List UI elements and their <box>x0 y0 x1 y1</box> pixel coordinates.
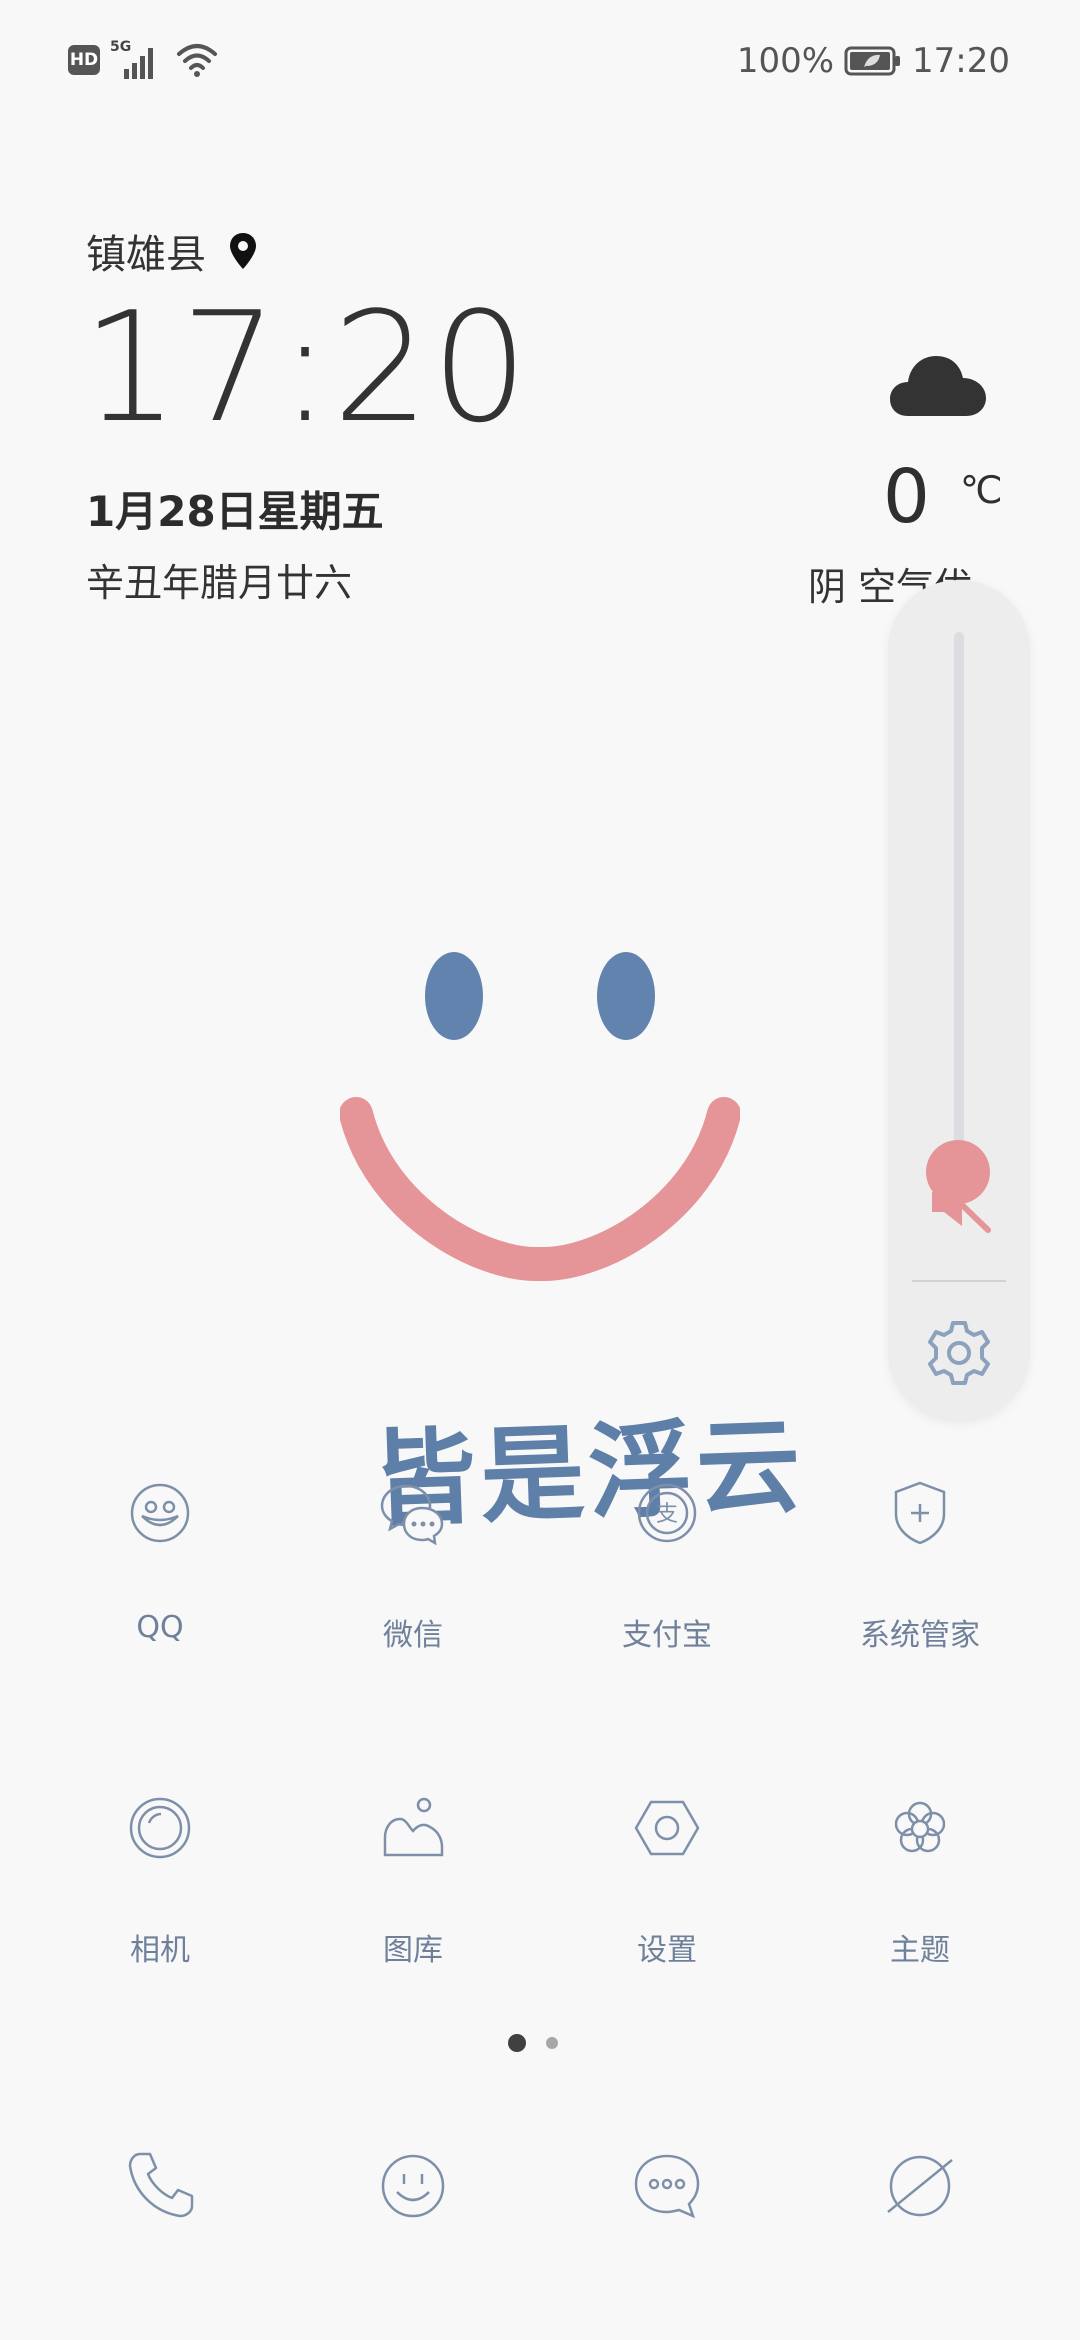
app-label: 设置 <box>637 1933 697 1968</box>
status-time: 17:20 <box>912 41 1010 81</box>
location-pin-icon <box>230 233 256 269</box>
status-right: 100% 17:20 <box>737 38 1010 84</box>
battery-percent: 100% <box>736 41 835 81</box>
lockscreen-date: 1月28日星期五 <box>86 487 384 536</box>
app-label: 支付宝 <box>622 1618 712 1653</box>
shield-icon <box>894 1481 946 1545</box>
page-indicator[interactable] <box>508 2034 558 2052</box>
hd-badge: HD <box>68 45 100 75</box>
volume-slider-track[interactable] <box>954 632 964 1192</box>
status-bar: HD 5G 100% 17:20 <box>0 0 1080 120</box>
volume-panel[interactable] <box>888 580 1030 1422</box>
right-eye <box>597 952 655 1040</box>
app-gallery[interactable]: 图库 <box>313 1793 513 1969</box>
app-system-manager[interactable]: 系统管家 <box>820 1478 1020 1654</box>
temperature: 0 <box>882 454 930 540</box>
app-theme[interactable]: 主题 <box>820 1793 1020 1969</box>
app-label: 主题 <box>890 1933 950 1968</box>
temperature-unit: ℃ <box>960 468 1003 512</box>
svg-text:支: 支 <box>656 1502 678 1527</box>
settings-gear-icon[interactable] <box>924 1318 994 1388</box>
signal-icon: 5G <box>110 39 166 81</box>
smile-mouth <box>340 1097 740 1282</box>
settings-icon <box>634 1800 700 1856</box>
app-label: QQ <box>136 1610 184 1645</box>
smiley-face-decoration <box>340 952 740 1282</box>
volume-divider <box>912 1280 1006 1282</box>
lockscreen-clock[interactable]: 17:20 <box>82 292 530 444</box>
app-label: 图库 <box>383 1933 443 1968</box>
app-alipay[interactable]: 支 支付宝 <box>567 1478 767 1654</box>
camera-icon <box>129 1797 191 1859</box>
status-left: HD 5G <box>68 38 218 82</box>
app-label: 相机 <box>130 1933 190 1968</box>
wifi-icon <box>177 44 217 77</box>
app-label: 微信 <box>383 1618 443 1653</box>
mute-icon[interactable] <box>922 1166 994 1238</box>
app-settings[interactable]: 设置 <box>567 1793 767 1969</box>
app-qq[interactable]: QQ <box>60 1478 260 1645</box>
location-name: 镇雄县 <box>86 232 206 278</box>
gallery-icon <box>383 1797 444 1857</box>
app-camera[interactable]: 相机 <box>60 1793 260 1969</box>
qq-icon <box>130 1483 190 1543</box>
app-wechat[interactable]: 微信 <box>313 1478 513 1654</box>
page-dot[interactable] <box>546 2037 558 2049</box>
location[interactable]: 镇雄县 <box>86 222 258 280</box>
app-label: 系统管家 <box>860 1618 980 1653</box>
wechat-icon <box>380 1484 444 1546</box>
theme-flower-icon <box>894 1801 946 1853</box>
browser-icon[interactable] <box>880 2146 960 2226</box>
page-dot-active[interactable] <box>508 2034 526 2052</box>
messages-icon[interactable] <box>627 2146 707 2226</box>
lunar-date: 辛丑年腊月廿六 <box>86 561 353 605</box>
battery-icon <box>844 46 901 76</box>
phone-icon[interactable] <box>122 2146 202 2226</box>
contacts-smile-icon[interactable] <box>373 2146 453 2226</box>
cloud-icon[interactable] <box>888 350 988 422</box>
alipay-icon: 支 <box>637 1483 697 1543</box>
left-eye <box>425 952 483 1040</box>
